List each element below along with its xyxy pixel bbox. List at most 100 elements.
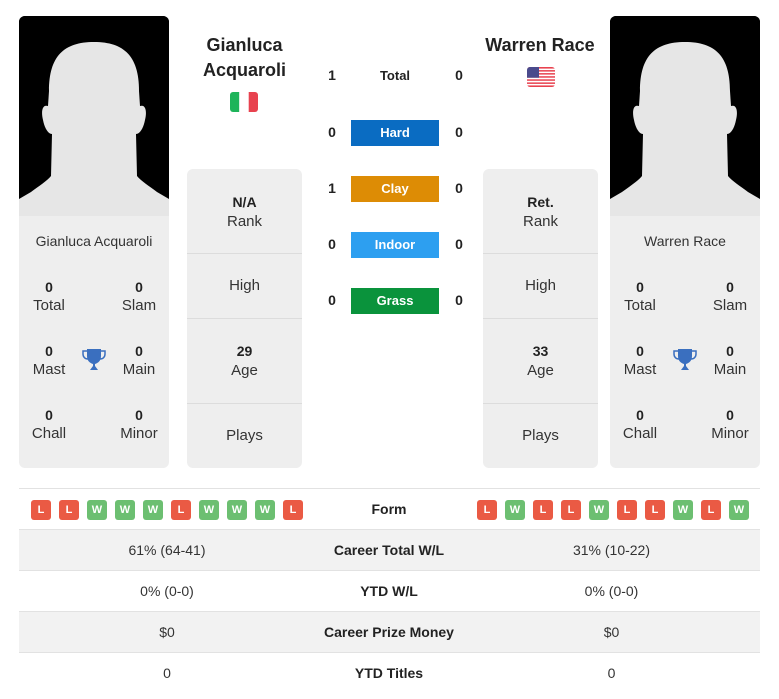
rank-value: N/A	[232, 194, 257, 210]
plays-label: Plays	[522, 427, 559, 444]
player1-value: 0	[163, 665, 171, 681]
stat-value: 0	[726, 343, 734, 359]
surface-grass-badge[interactable]: Grass	[351, 288, 439, 314]
player1-photo	[19, 16, 169, 216]
form-row: LLWWWLWWWL Form LWLLWLLWLW	[19, 488, 760, 529]
player1-high: High	[187, 254, 302, 319]
h2h-right-value: 0	[455, 292, 463, 308]
stat-label: Minor	[711, 425, 749, 442]
age-value: 33	[532, 343, 549, 359]
player1-titles-chall: 0 Chall	[19, 406, 79, 444]
player2-titles-minor: 0 Minor	[700, 406, 760, 444]
player1-age: 29 Age	[187, 319, 302, 404]
stat-value: 0	[135, 407, 143, 423]
player2-photo	[610, 16, 760, 216]
player2-name[interactable]: Warren Race	[480, 33, 600, 58]
stat-label: Minor	[120, 425, 158, 442]
form-loss-badge[interactable]: L	[283, 500, 303, 520]
player2-titles-mast: 0 Mast	[610, 342, 670, 380]
h2h-grass: 0 Grass 0	[320, 288, 470, 314]
h2h-right-value: 0	[455, 236, 463, 252]
stat-value: 0	[135, 343, 143, 359]
player1-name-line1: Gianluca	[206, 35, 283, 55]
form-loss-badge[interactable]: L	[31, 500, 51, 520]
stat-value: 0	[45, 343, 53, 359]
player2-age: 33 Age	[483, 319, 598, 404]
stat-value: 0	[726, 407, 734, 423]
form-loss-badge[interactable]: L	[171, 500, 191, 520]
table-row: $0 Career Prize Money $0	[19, 611, 760, 652]
player2-value: 0	[607, 665, 616, 681]
usa-flag-icon	[527, 67, 555, 87]
form-win-badge[interactable]: W	[729, 500, 749, 520]
form-loss-badge[interactable]: L	[701, 500, 721, 520]
stat-label: Slam	[712, 297, 748, 314]
stat-label: Total	[624, 297, 656, 314]
player1-value: 0% (0-0)	[140, 583, 194, 599]
form-win-badge[interactable]: W	[673, 500, 693, 520]
surface-hard-badge[interactable]: Hard	[351, 120, 439, 146]
surface-clay-badge[interactable]: Clay	[351, 176, 439, 202]
stat-value: 0	[135, 279, 143, 295]
row-label: Career Prize Money	[324, 624, 454, 640]
h2h-left-value: 1	[328, 180, 336, 196]
form-loss-badge[interactable]: L	[477, 500, 497, 520]
stat-label: Mast	[623, 361, 657, 378]
player1-form-badges: LLWWWLWWWL	[31, 500, 303, 520]
form-win-badge[interactable]: W	[199, 500, 219, 520]
age-value: 29	[236, 343, 253, 359]
form-win-badge[interactable]: W	[505, 500, 525, 520]
player1-value: $0	[159, 624, 175, 640]
player2-info: Ret. Rank High 33 Age Plays	[483, 169, 598, 468]
h2h-right-value: 0	[455, 180, 463, 196]
player1-name-line2: Acquaroli	[202, 60, 286, 80]
stat-value: 0	[726, 279, 734, 295]
trophy-icon	[672, 347, 698, 373]
stat-value: 0	[45, 279, 53, 295]
player1-plays: Plays	[187, 404, 302, 468]
player1-name[interactable]: Gianluca Acquaroli	[187, 33, 302, 83]
player1-card-name: Gianluca Acquaroli	[35, 233, 153, 249]
player1-titles-slam: 0 Slam	[109, 278, 169, 316]
form-loss-badge[interactable]: L	[617, 500, 637, 520]
stat-label: Main	[713, 361, 747, 378]
h2h-left-value: 0	[328, 236, 336, 252]
player1-info: N/A Rank High 29 Age Plays	[187, 169, 302, 468]
h2h-indoor: 0 Indoor 0	[320, 232, 470, 258]
h2h-left-value: 0	[328, 124, 336, 140]
form-win-badge[interactable]: W	[227, 500, 247, 520]
player2-titles-total: 0 Total	[610, 278, 670, 316]
form-win-badge[interactable]: W	[87, 500, 107, 520]
form-win-badge[interactable]: W	[589, 500, 609, 520]
stat-label: Main	[122, 361, 156, 378]
player1-titles-total: 0 Total	[19, 278, 79, 316]
form-loss-badge[interactable]: L	[533, 500, 553, 520]
surface-indoor-badge[interactable]: Indoor	[351, 232, 439, 258]
form-win-badge[interactable]: W	[255, 500, 275, 520]
stat-label: Chall	[31, 425, 67, 442]
trophy-icon	[81, 347, 107, 373]
player2-rank: Ret. Rank	[483, 169, 598, 254]
silhouette-icon	[19, 16, 169, 216]
stat-label: Chall	[622, 425, 658, 442]
row-label: YTD Titles	[354, 665, 424, 681]
player2-card: Warren Race 0 Total 0 Slam 0 Mast 0 Main…	[610, 216, 760, 468]
row-label: Career Total W/L	[333, 542, 445, 558]
player1-card: Gianluca Acquaroli 0 Total 0 Slam 0 Mast…	[19, 216, 169, 468]
h2h-clay: 1 Clay 0	[320, 176, 470, 202]
form-loss-badge[interactable]: L	[59, 500, 79, 520]
player2-value: 31% (10-22)	[572, 542, 651, 558]
h2h-total-label: Total	[379, 68, 411, 83]
h2h-left-value: 1	[328, 67, 336, 83]
h2h-left-value: 0	[328, 292, 336, 308]
form-loss-badge[interactable]: L	[645, 500, 665, 520]
form-loss-badge[interactable]: L	[561, 500, 581, 520]
table-row: 0% (0-0) YTD W/L 0% (0-0)	[19, 570, 760, 611]
player2-form-badges: LWLLWLLWLW	[477, 500, 749, 520]
h2h-hard: 0 Hard 0	[320, 120, 470, 146]
table-row: 61% (64-41) Career Total W/L 31% (10-22)	[19, 529, 760, 570]
form-win-badge[interactable]: W	[143, 500, 163, 520]
form-win-badge[interactable]: W	[115, 500, 135, 520]
row-label: YTD W/L	[360, 583, 418, 599]
form-label: Form	[371, 501, 407, 517]
